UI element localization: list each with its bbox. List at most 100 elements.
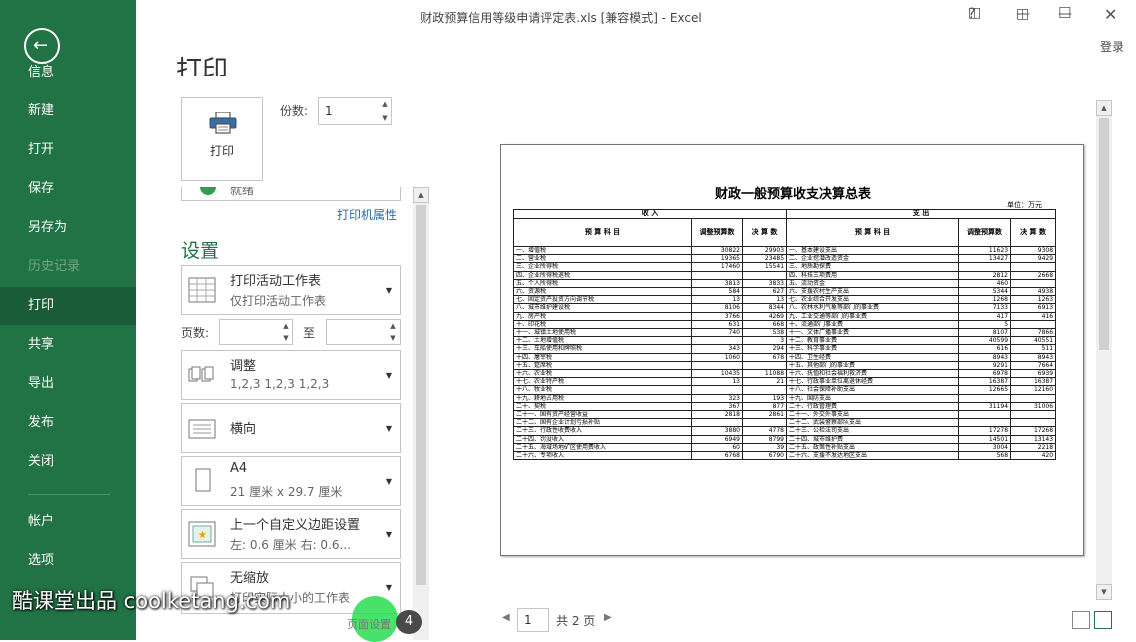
table-cell: 9308 (1010, 245, 1057, 256)
print-what-dropdown[interactable]: 打印活动工作表 仅打印活动工作表 ▼ (181, 265, 401, 315)
table-cell: 13 (691, 377, 743, 387)
sidebar-item-share[interactable]: 共享 (0, 326, 136, 364)
printer-select[interactable]: 就绪 (181, 187, 401, 201)
copies-up-icon[interactable]: ▲ (379, 98, 391, 110)
sidebar-item-publish[interactable]: 发布 (0, 404, 136, 442)
orientation-dropdown[interactable]: 横向 ▼ (181, 403, 401, 453)
table-cell: 二十六、支援不发达地区支出 (786, 451, 960, 461)
copies-down-icon[interactable]: ▼ (379, 112, 391, 124)
table-row: 三、企业所得税 17460 15541 三、地质勘探费 (513, 262, 1057, 272)
sidebar-item-export[interactable]: 导出 (0, 365, 136, 403)
ribbon-options-icon[interactable]: ◫ (968, 5, 981, 21)
table-cell: 11623 (958, 245, 1012, 256)
pages-to-down-icon[interactable]: ▼ (387, 332, 399, 344)
maximize-icon[interactable]: ☐ (1058, 4, 1071, 22)
table-cell (1010, 262, 1057, 272)
page-number-input[interactable]: 1 (517, 608, 549, 632)
table-cell: 420 (1010, 451, 1057, 461)
table-cell: 12665 (958, 385, 1012, 395)
scroll-up-icon[interactable]: ▲ (1096, 100, 1112, 116)
next-page-icon[interactable]: ▶ (604, 612, 612, 623)
sidebar-item-close[interactable]: 关闭 (0, 443, 136, 481)
scroll-thumb[interactable] (1099, 118, 1109, 350)
printer-properties-link[interactable]: 打印机属性 (337, 206, 397, 223)
printer-ready-icon (200, 187, 216, 195)
svg-text:★: ★ (198, 530, 207, 541)
table-cell: 五、个人所得税 (513, 278, 692, 289)
table-cell: 二十一、国有资产经营收益 (513, 410, 692, 420)
table-cell: 8943 (958, 352, 1012, 362)
table-cell: 13427 (958, 254, 1012, 264)
header-income: 收 入 (512, 209, 788, 219)
page-setup-link[interactable]: 页面设置 (347, 616, 391, 632)
minimize-icon[interactable]: — (1016, 6, 1030, 22)
table-cell: 1263 (1010, 295, 1057, 305)
settings-scrollbar[interactable]: ▲ (413, 187, 429, 640)
sidebar-item-account[interactable]: 帐户 (0, 503, 136, 541)
table-cell: 668 (741, 319, 788, 330)
table-row: 一、增值税 30822 29903 一、基本建设支出 11623 9308 (513, 245, 1057, 256)
pages-to-up-icon[interactable]: ▲ (387, 320, 399, 332)
table-cell: 十一、城镇土地使用税 (513, 328, 692, 338)
sidebar-item-new[interactable]: 新建 (0, 92, 136, 130)
table-cell: 7664 (1010, 360, 1057, 371)
pages-from-up-icon[interactable]: ▲ (280, 320, 292, 332)
paper-size-dropdown[interactable]: A4 21 厘米 x 29.7 厘米 ▼ (181, 456, 401, 506)
table-cell (741, 270, 788, 280)
chevron-down-icon: ▼ (385, 424, 392, 433)
scroll-down-icon[interactable]: ▼ (1096, 584, 1112, 600)
table-cell: 1268 (958, 295, 1012, 305)
table-cell: 五、流动资金 (786, 278, 960, 289)
sidebar-item-options[interactable]: 选项 (0, 542, 136, 580)
table-cell: 二十三、行政性收费收入 (513, 426, 692, 436)
table-cell: 17268 (1010, 426, 1057, 436)
budget-table: 收 入 支 出 预 算 科 目 调整预算数 决 算 数 预 算 科 目 调整预算… (512, 209, 1057, 461)
table-cell: 60 (691, 442, 743, 453)
scroll-thumb[interactable] (416, 205, 426, 585)
sidebar-item-print[interactable]: 打印 (0, 287, 136, 325)
table-cell: 678 (741, 352, 788, 362)
sidebar-item-save-as[interactable]: 另存为 (0, 209, 136, 247)
margins-subtitle: 左: 0.6 厘米 右: 0.6... (230, 538, 351, 552)
table-cell: 四、企业所得税退税 (513, 270, 692, 280)
table-cell: 323 (691, 393, 743, 403)
table-cell: 3766 (691, 311, 743, 321)
table-cell: 二十三、公检法司支出 (786, 426, 960, 436)
table-cell: 17278 (958, 426, 1012, 436)
sidebar-item-info[interactable]: 信息 (0, 54, 136, 92)
show-margins-icon[interactable] (1072, 611, 1090, 629)
margins-dropdown[interactable]: ★ 上一个自定义边距设置 左: 0.6 厘米 右: 0.6... ▼ (181, 509, 401, 559)
sidebar-item-save[interactable]: 保存 (0, 170, 136, 208)
print-button[interactable]: 打印 (181, 97, 263, 181)
table-row: 十一、城镇土地使用税 740 538 十一、文体广播事业费 8107 7866 (513, 328, 1057, 338)
table-cell: 877 (741, 401, 788, 412)
table-cell (958, 262, 1012, 272)
table-cell: 6790 (741, 451, 788, 461)
login-link[interactable]: 登录 (1100, 38, 1124, 55)
table-row: 七、固定资产投资方向调节税 13 13 七、农业综合开发支出 1268 1263 (513, 295, 1057, 305)
preview-scrollbar[interactable]: ▲ ▼ (1096, 100, 1112, 600)
prev-page-icon[interactable]: ◀ (502, 612, 510, 623)
table-cell: 十一、文体广播事业费 (786, 328, 960, 338)
zoom-to-page-icon[interactable] (1094, 611, 1112, 629)
sidebar-item-open[interactable]: 打开 (0, 131, 136, 169)
scroll-up-icon[interactable]: ▲ (413, 187, 429, 203)
table-cell: 二十、契税 (513, 401, 692, 412)
table-row: 二十四、罚没收入 6949 8799 二十四、城市维护费 14501 13143 (513, 434, 1057, 444)
scaling-title: 无缩放 (230, 571, 270, 586)
table-cell: 8107 (958, 328, 1012, 338)
table-cell: 三、企业所得税 (513, 262, 692, 272)
table-cell: 3004 (958, 442, 1012, 453)
print-what-title: 打印活动工作表 (230, 274, 322, 289)
table-row: 十四、屠宰税 1060 678 十四、卫生经费 8943 8943 (513, 352, 1057, 362)
chevron-down-icon: ▼ (385, 530, 392, 539)
pages-from-down-icon[interactable]: ▼ (280, 332, 292, 344)
table-cell: 21 (741, 377, 788, 387)
table-cell: 4938 (1010, 287, 1057, 297)
margins-title: 上一个自定义边距设置 (230, 518, 361, 533)
table-cell: 9429 (1010, 254, 1057, 264)
table-cell: 二、营业税 (513, 254, 692, 264)
table-cell: 1060 (691, 352, 743, 362)
collate-dropdown[interactable]: 调整 1,2,3 1,2,3 1,2,3 ▼ (181, 350, 401, 400)
close-icon[interactable]: ✕ (1104, 5, 1117, 24)
